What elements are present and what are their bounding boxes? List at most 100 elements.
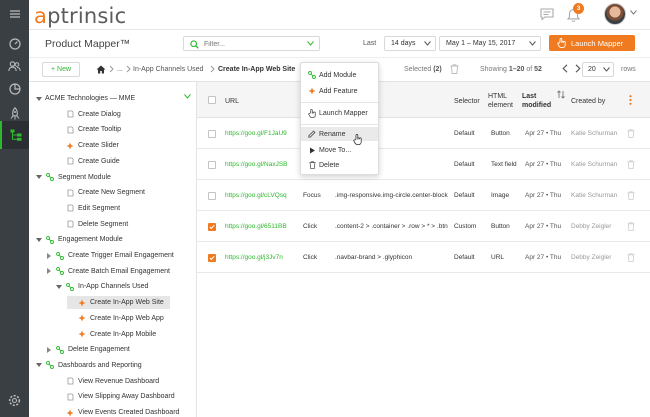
tree-item[interactable]: Dashboards and Reporting <box>35 359 142 372</box>
tree-item[interactable]: Create Dialog <box>55 108 121 121</box>
col-selector[interactable]: Selector <box>454 97 480 106</box>
feature-page-icon <box>65 393 75 401</box>
tree-root-chevron-down-icon[interactable] <box>184 94 191 101</box>
caret-down-icon[interactable] <box>35 237 43 242</box>
chat-icon <box>540 8 554 21</box>
move-icon <box>307 147 317 154</box>
module-icon <box>65 282 75 291</box>
table-row[interactable]: https://goo.gl/cLVQsq Focus .img-responsiv… <box>197 181 650 211</box>
table-row[interactable]: https://goo.gl/j3Jv7n Click .navbar-brand … <box>197 243 650 273</box>
tree-item[interactable]: Create In-App Web Site <box>67 296 170 310</box>
caret-right-icon[interactable] <box>45 346 53 353</box>
nav-settings[interactable] <box>0 386 29 414</box>
row-checkbox[interactable] <box>208 161 216 169</box>
launch-icon <box>307 108 317 118</box>
tree-item[interactable]: ACME Technologies — MME <box>35 92 135 105</box>
col-url[interactable]: URL <box>225 97 239 106</box>
tree-item[interactable]: Delete Engagement <box>45 343 130 356</box>
cell-url[interactable]: https://goo.gl/6511BB <box>225 223 287 230</box>
home-icon[interactable] <box>96 65 106 76</box>
tree-item-label: Create Guide <box>78 157 120 165</box>
trash-icon <box>627 191 635 200</box>
tree-item[interactable]: View Events Created Dashboard <box>55 406 179 417</box>
caret-down-icon[interactable] <box>35 175 43 179</box>
caret-down-icon[interactable] <box>35 96 43 101</box>
tree-item[interactable]: In-App Channels Used <box>55 280 148 293</box>
caret-right-icon[interactable] <box>45 268 53 275</box>
filter-chevron-down-icon[interactable] <box>307 41 314 48</box>
tree-item[interactable]: Edit Segment <box>55 202 120 215</box>
caret-right-icon[interactable] <box>45 252 53 259</box>
col-html-element[interactable]: HTML element <box>488 92 518 110</box>
tree-item[interactable]: View Revenue Dashboard <box>55 375 159 388</box>
row-delete-button[interactable] <box>627 191 635 202</box>
row-delete-button[interactable] <box>627 253 635 264</box>
row-delete-button[interactable] <box>627 129 635 140</box>
menu-item-move-to[interactable]: Move To... <box>301 143 378 157</box>
breadcrumb-ellipsis[interactable]: ... <box>117 66 123 73</box>
next-page-button[interactable] <box>575 64 581 75</box>
caret-down-icon[interactable] <box>35 363 43 368</box>
user-menu-chevron-down-icon[interactable] <box>630 10 637 17</box>
cell-url[interactable]: https://goo.gl/cLVQsq <box>225 192 287 199</box>
row-checkbox[interactable] <box>208 192 216 200</box>
previous-page-button[interactable] <box>562 64 568 75</box>
filter-input[interactable] <box>204 39 304 49</box>
selected-summary: Selected (2) <box>404 66 442 73</box>
hamburger-menu-button[interactable] <box>0 0 29 28</box>
menu-item-add-feature[interactable]: Add Feature <box>301 84 378 98</box>
tree-item[interactable]: Delete Segment <box>55 218 128 231</box>
tree-item[interactable]: Create Tooltip <box>55 123 121 136</box>
table-row[interactable]: https://goo.gl/6511BB Click .content-2 > .… <box>197 212 650 242</box>
chat-button[interactable] <box>540 8 554 22</box>
tree-item[interactable]: Create Batch Email Engagement <box>45 265 170 278</box>
settings-icon <box>8 394 21 406</box>
tree-item[interactable]: Create In-App Web App <box>67 312 164 325</box>
cell-url[interactable]: https://goo.gl/F1JaU9 <box>225 130 287 137</box>
row-checkbox[interactable] <box>208 130 216 138</box>
launch-mapper-button[interactable]: Launch Mapper <box>549 35 635 51</box>
filter-box[interactable] <box>183 36 320 51</box>
cell-last-modified: Apr 27 • Thu <box>525 130 562 137</box>
more-options-icon[interactable] <box>629 95 632 107</box>
nav-product-mapper[interactable] <box>0 121 29 149</box>
table-row[interactable]: https://goo.gl/NaxJSB Default Text field Ap… <box>197 150 650 180</box>
breadcrumb-parent[interactable]: In-App Channels Used <box>133 66 203 73</box>
row-checkbox[interactable] <box>208 254 216 262</box>
col-created-by[interactable]: Created by <box>571 97 605 106</box>
menu-item-delete[interactable]: Delete <box>301 158 378 172</box>
new-button[interactable]: + New <box>42 62 80 77</box>
row-checkbox[interactable] <box>208 223 216 231</box>
tree-item-label: View Revenue Dashboard <box>78 377 160 385</box>
caret-down-icon[interactable] <box>55 284 63 289</box>
table-row[interactable]: https://goo.gl/F1JaU9btn-lgDefaultButton… <box>197 119 650 149</box>
cell-url[interactable]: https://goo.gl/NaxJSB <box>225 161 288 168</box>
cell-event: Click <box>303 254 318 261</box>
user-avatar[interactable] <box>604 3 626 25</box>
col-last-modified[interactable]: Last modified <box>522 92 554 110</box>
tree-item[interactable]: Create Trigger Email Engagement <box>45 249 174 262</box>
tree-item[interactable]: View Slipping Away Dashboard <box>55 390 175 403</box>
menu-item-rename[interactable]: Rename <box>301 127 378 141</box>
row-delete-button[interactable] <box>627 222 635 233</box>
notifications-button[interactable]: 3 <box>567 3 584 23</box>
cell-selector: Default <box>454 130 475 137</box>
menu-item-launch-mapper[interactable]: Launch Mapper <box>301 106 378 120</box>
delete-selected-button[interactable] <box>450 64 459 76</box>
date-range-dropdown[interactable]: May 1 – May 15, 2017 <box>439 36 541 51</box>
tree-item[interactable]: Segment Module <box>35 171 111 184</box>
sort-icon[interactable] <box>557 90 565 101</box>
select-all-checkbox[interactable] <box>208 96 216 104</box>
rows-per-page-dropdown[interactable]: 20 <box>582 62 614 77</box>
menu-item-add-module[interactable]: Add Module <box>301 68 378 82</box>
cell-url[interactable]: https://goo.gl/j3Jv7n <box>225 254 283 261</box>
days-dropdown[interactable]: 14 days <box>384 36 436 51</box>
tree-item[interactable]: Create Guide <box>55 155 120 168</box>
tree-item[interactable]: Create New Segment <box>55 186 145 199</box>
tree-item[interactable]: Engagement Module <box>35 233 123 246</box>
cell-last-modified: Apr 27 • Thu <box>525 223 562 230</box>
row-delete-button[interactable] <box>627 160 635 171</box>
tree-item[interactable]: Create In-App Mobile <box>67 328 156 341</box>
tree-item[interactable]: Create Slider <box>55 139 119 152</box>
chevron-down-icon <box>529 41 536 48</box>
